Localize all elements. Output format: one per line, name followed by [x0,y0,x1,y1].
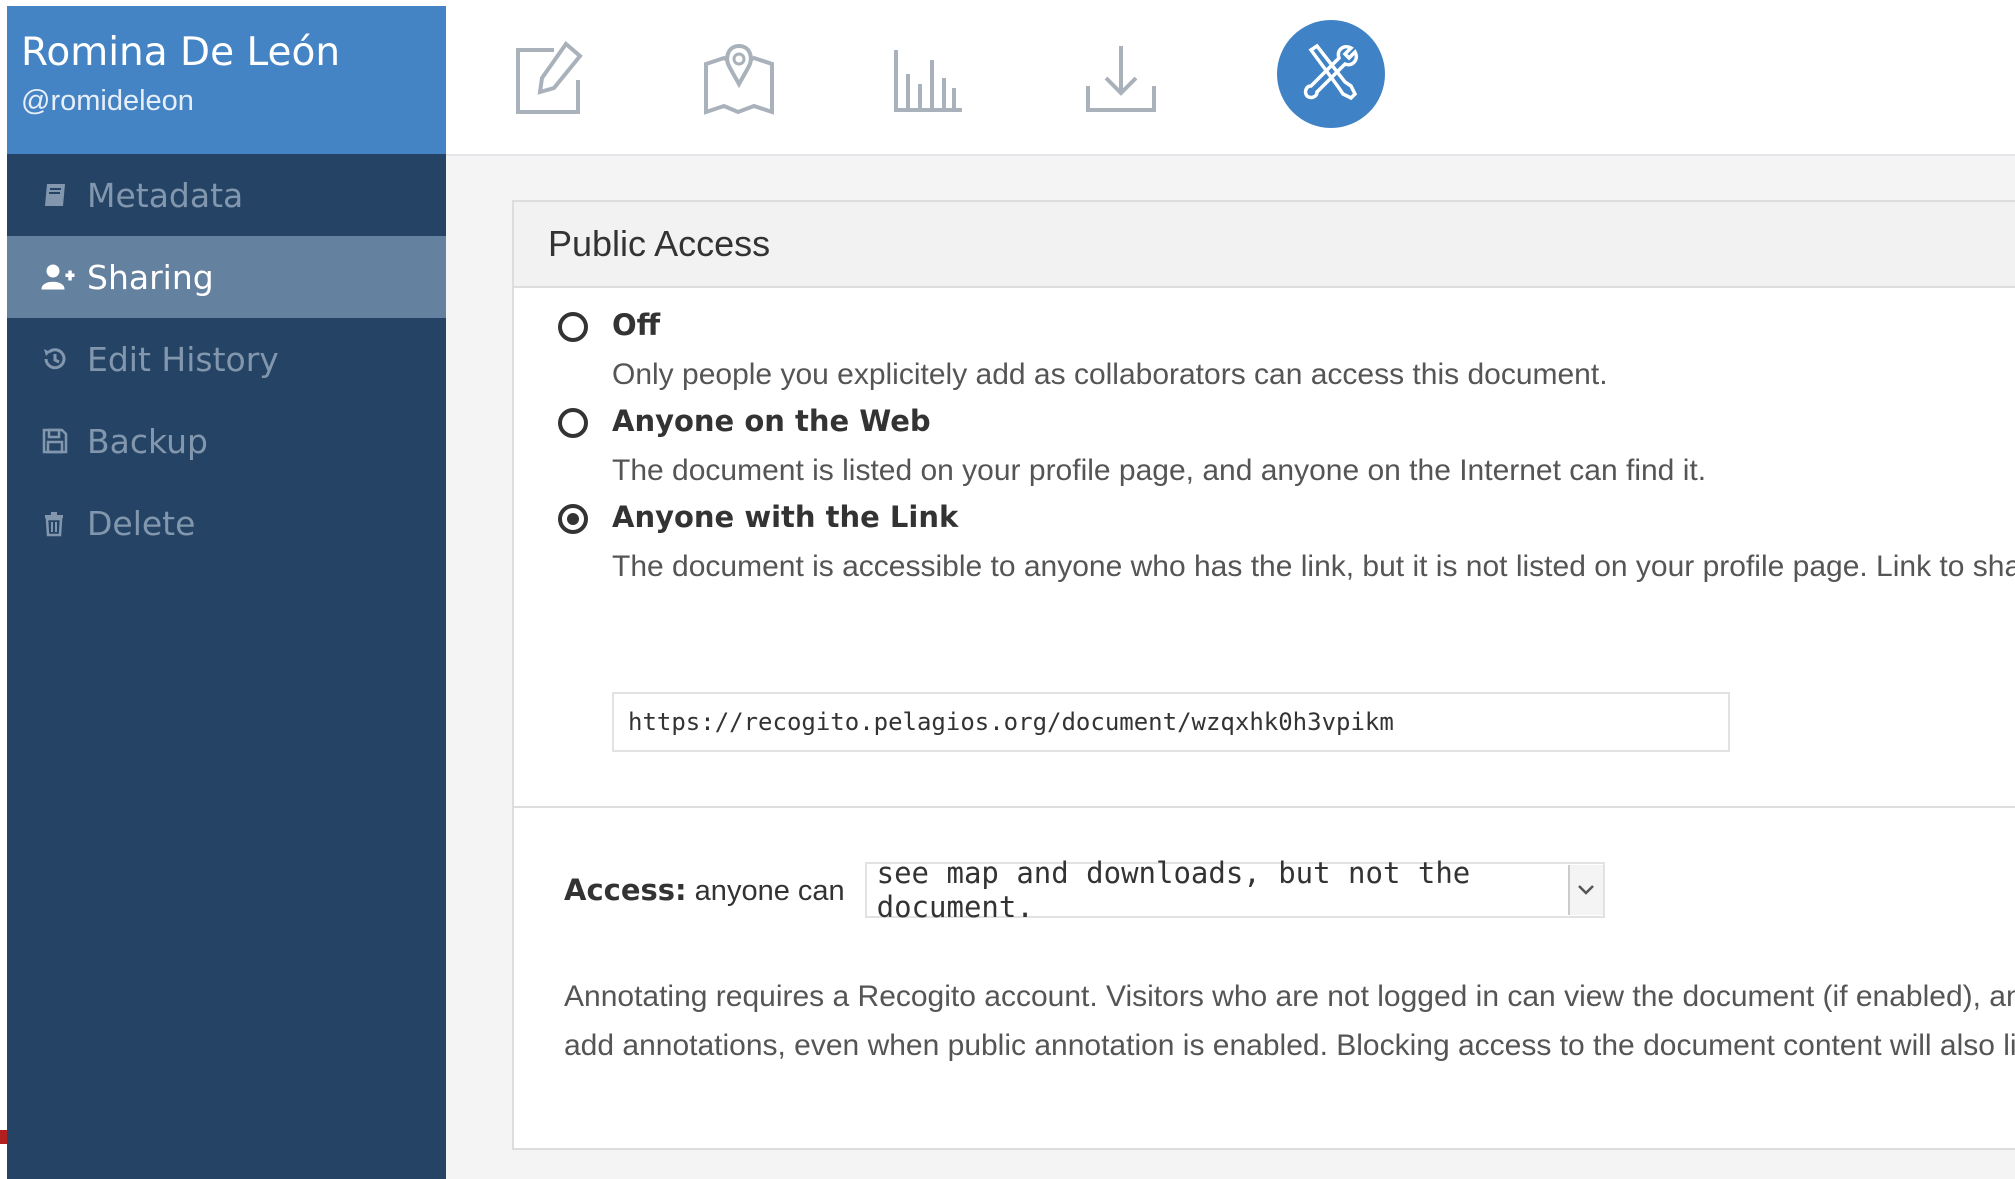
access-level-select[interactable]: see map and downloads, but not the docum… [864,856,1605,924]
add-user-icon [41,263,81,291]
sidebar-item-sharing[interactable]: Sharing [7,236,446,318]
sidebar-item-label: Sharing [87,257,214,297]
toolbar [446,0,2015,156]
sidebar-item-backup[interactable]: Backup [7,400,446,482]
share-link-field[interactable] [612,692,1730,752]
settings-tools-icon [1301,42,1361,107]
sidebar: Romina De León @romideleon Metadata Shar… [7,6,446,1179]
edit-icon[interactable] [514,40,588,121]
option-title: Off [612,308,661,342]
public-access-panel: Public Access Off Only people you explic… [512,200,2015,1150]
access-note-line: add annotations, even when public annota… [564,1029,2015,1062]
divider [514,806,2015,808]
access-label-bold: Access: [564,872,687,907]
chevron-down-icon[interactable] [1568,865,1603,915]
access-label-rest: anyone can [686,874,845,907]
user-block[interactable]: Romina De León @romideleon [7,6,446,154]
user-name: Romina De León [21,30,341,75]
option-description: The document is listed on your profile p… [612,454,1707,487]
settings-tools-button[interactable] [1277,20,1385,128]
sidebar-item-edit-history[interactable]: Edit History [7,318,446,400]
access-note: Annotating requires a Recogito account. … [564,972,2015,1070]
user-handle: @romideleon [21,85,194,117]
sidebar-item-label: Edit History [87,339,279,379]
radio-off[interactable] [558,312,588,342]
history-icon [41,345,81,373]
panel-title: Public Access [514,202,2015,288]
sidebar-item-metadata[interactable]: Metadata [7,154,446,236]
sidebar-item-delete[interactable]: Delete [7,482,446,564]
sidebar-item-label: Delete [87,503,196,543]
option-title: Anyone on the Web [612,404,931,438]
book-icon [41,181,81,209]
option-description: The document is accessible to anyone who… [612,550,2015,583]
radio-anyone-on-web[interactable] [558,408,588,438]
sidebar-item-label: Metadata [87,175,244,215]
access-label: Access: anyone can [564,873,845,908]
main-area: Public Access Off Only people you explic… [446,156,2015,1179]
edge-marker [0,1130,7,1144]
access-note-line: Annotating requires a Recogito account. … [564,980,2015,1013]
floppy-icon [41,427,81,455]
access-level-value: see map and downloads, but not the docum… [876,856,1471,924]
sidebar-item-label: Backup [87,421,208,461]
option-description: Only people you explicitely add as colla… [612,358,1608,391]
stats-icon[interactable] [892,40,966,121]
map-icon[interactable] [702,40,776,121]
download-icon[interactable] [1084,40,1158,121]
access-row: Access: anyone can see map and downloads… [564,856,1605,924]
option-title: Anyone with the Link [612,500,959,534]
radio-anyone-with-link[interactable] [558,504,588,534]
trash-icon [41,509,81,537]
